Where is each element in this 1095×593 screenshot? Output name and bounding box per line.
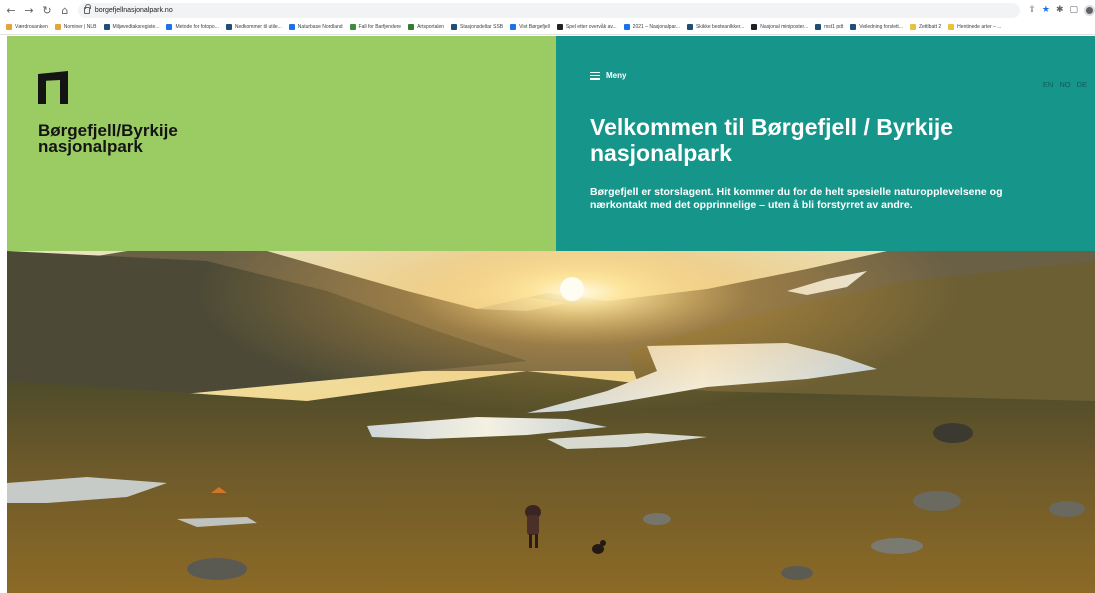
bookmark-favicon-icon — [510, 24, 517, 30]
intro-panel: Meny EN NO DE Velkommen til Børgefjell /… — [556, 36, 1095, 251]
bookmark-favicon-icon — [103, 24, 110, 30]
brand-panel: Børgefjell/Byrkije nasjonalpark — [7, 36, 556, 251]
park-logo-icon[interactable] — [38, 71, 68, 104]
arrow-right-icon[interactable]: → — [22, 3, 36, 17]
bookmark-favicon-icon — [408, 24, 415, 30]
bookmark-label: 2021 – Nasjonalpar... — [632, 24, 680, 30]
bookmark-label: Værdrosanken — [15, 24, 48, 30]
address-bar-row: ← → ↻ ⌂ borgefjellnasjonalpark.no ⇪ ★ ✱ … — [0, 0, 1095, 20]
bookmarks-bar: Værdrosanken Nominer | NLB Miljøvedtaksreg… — [0, 20, 1095, 34]
bookmark-item[interactable]: Hentinede arter – ... — [948, 24, 1001, 30]
bookmark-favicon-icon — [623, 24, 630, 30]
bookmark-label: Spel etter overvåk av... — [565, 24, 617, 30]
bookmark-item[interactable]: Nominer | NLB — [54, 24, 97, 30]
bookmark-label: mst1 pdt — [824, 24, 844, 30]
bookmark-favicon-icon — [225, 24, 232, 30]
bookmark-favicon-icon — [349, 24, 356, 30]
bookmark-label: Hentinede arter – ... — [957, 24, 1002, 30]
park-name-line2: nasjonalpark — [38, 137, 143, 156]
bookmark-item[interactable]: Metode for fotopo... — [166, 24, 219, 30]
reload-icon[interactable]: ↻ — [40, 3, 54, 17]
bookmark-item[interactable]: Vist Børgefjell — [510, 24, 550, 30]
bookmark-label: Nominer | NLB — [63, 24, 97, 30]
bookmark-favicon-icon — [556, 24, 563, 30]
bookmark-item[interactable]: 2021 – Nasjonalpar... — [623, 24, 680, 30]
bookmark-favicon-icon — [686, 24, 693, 30]
bookmark-favicon-icon — [166, 24, 173, 30]
bookmark-item[interactable]: Spel etter overvåk av... — [556, 24, 617, 30]
bookmark-item[interactable]: mst1 pdt — [815, 24, 843, 30]
bookmark-label: Zettlbatt 2 — [918, 24, 942, 30]
mountain-landscape-image — [7, 251, 1095, 593]
browser-chrome: ← → ↻ ⌂ borgefjellnasjonalpark.no ⇪ ★ ✱ … — [0, 0, 1095, 35]
arrow-left-icon[interactable]: ← — [4, 3, 18, 17]
park-name[interactable]: Børgefjell/Byrkije nasjonalpark — [38, 122, 338, 156]
bookmark-item[interactable]: Nedkommer til utile... — [225, 24, 282, 30]
bookmark-label: Artsportalen — [417, 24, 445, 30]
bookmark-label: Nedkommer til utile... — [234, 24, 282, 30]
bookmark-favicon-icon — [909, 24, 916, 30]
bookmark-label: Skikke besteanlkker... — [695, 24, 745, 30]
bookmark-label: Vist Børgefjell — [519, 24, 550, 30]
home-icon[interactable]: ⌂ — [58, 3, 72, 17]
bookmark-item[interactable]: Zettlbatt 2 — [909, 24, 942, 30]
profile-avatar[interactable] — [1084, 4, 1095, 16]
bookmark-item[interactable]: Artsportalen — [408, 24, 444, 30]
bookmark-favicon-icon — [948, 24, 955, 30]
bookmark-favicon-icon — [451, 24, 458, 30]
lang-en[interactable]: EN — [1043, 80, 1053, 89]
hamburger-icon — [590, 71, 600, 80]
bookmark-favicon-icon — [850, 24, 857, 30]
bookmark-item[interactable]: Naturbase Nordland — [288, 24, 343, 30]
bookmark-favicon-icon — [288, 24, 295, 30]
language-switcher: EN NO DE — [1043, 80, 1087, 89]
bookmark-item[interactable]: Veiledning forslett... — [850, 24, 903, 30]
menu-button[interactable]: Meny — [590, 71, 626, 80]
sidepanel-icon[interactable]: ▢ — [1070, 5, 1079, 15]
bookmark-label: Stasjonsdeltar SSB — [460, 24, 504, 30]
hero-photo — [7, 251, 1095, 593]
bookmark-favicon-icon — [815, 24, 822, 30]
lock-icon[interactable] — [83, 3, 91, 14]
extensions-icon[interactable]: ✱ — [1056, 5, 1064, 15]
bookmark-favicon-icon — [751, 24, 758, 30]
address-bar[interactable]: borgefjellnasjonalpark.no — [77, 2, 1021, 18]
bookmark-item[interactable]: Stasjonsdeltar SSB — [451, 24, 503, 30]
bookmark-label: Metode for fotopo... — [175, 24, 219, 30]
page-title: Velkommen til Børgefjell / Byrkije nasjo… — [590, 114, 954, 166]
bookmark-label: Veiledning forslett... — [859, 24, 903, 30]
url-text[interactable]: borgefjellnasjonalpark.no — [95, 7, 173, 14]
bookmark-label: Naturbase Nordland — [297, 24, 343, 30]
share-icon[interactable]: ⇪ — [1028, 5, 1036, 15]
bookmark-label: Fall for Barfjendere — [358, 24, 402, 30]
intro-text: Børgefjell er storslagent. Hit kommer du… — [590, 186, 1003, 211]
bookmark-favicon-icon — [6, 24, 12, 30]
lang-no[interactable]: NO — [1059, 80, 1070, 89]
menu-label: Meny — [606, 71, 627, 80]
bookmark-item[interactable]: Værdrosanken — [6, 24, 48, 30]
bookmark-star-icon[interactable]: ★ — [1042, 5, 1050, 15]
bookmark-label: Nasjonal miniposter... — [760, 24, 809, 30]
lang-de[interactable]: DE — [1077, 80, 1087, 89]
bookmark-item[interactable]: Miljøvedtaksregiste... — [103, 24, 160, 30]
bookmark-item[interactable]: Skikke besteanlkker... — [686, 24, 745, 30]
browser-actions: ⇪ ★ ✱ ▢ — [1028, 4, 1095, 16]
bookmark-item[interactable]: Nasjonal miniposter... — [751, 24, 808, 30]
bookmark-item[interactable]: Fall for Barfjendere — [349, 24, 402, 30]
bookmark-favicon-icon — [54, 24, 61, 30]
bookmark-label: Miljøvedtaksregiste... — [112, 24, 160, 30]
